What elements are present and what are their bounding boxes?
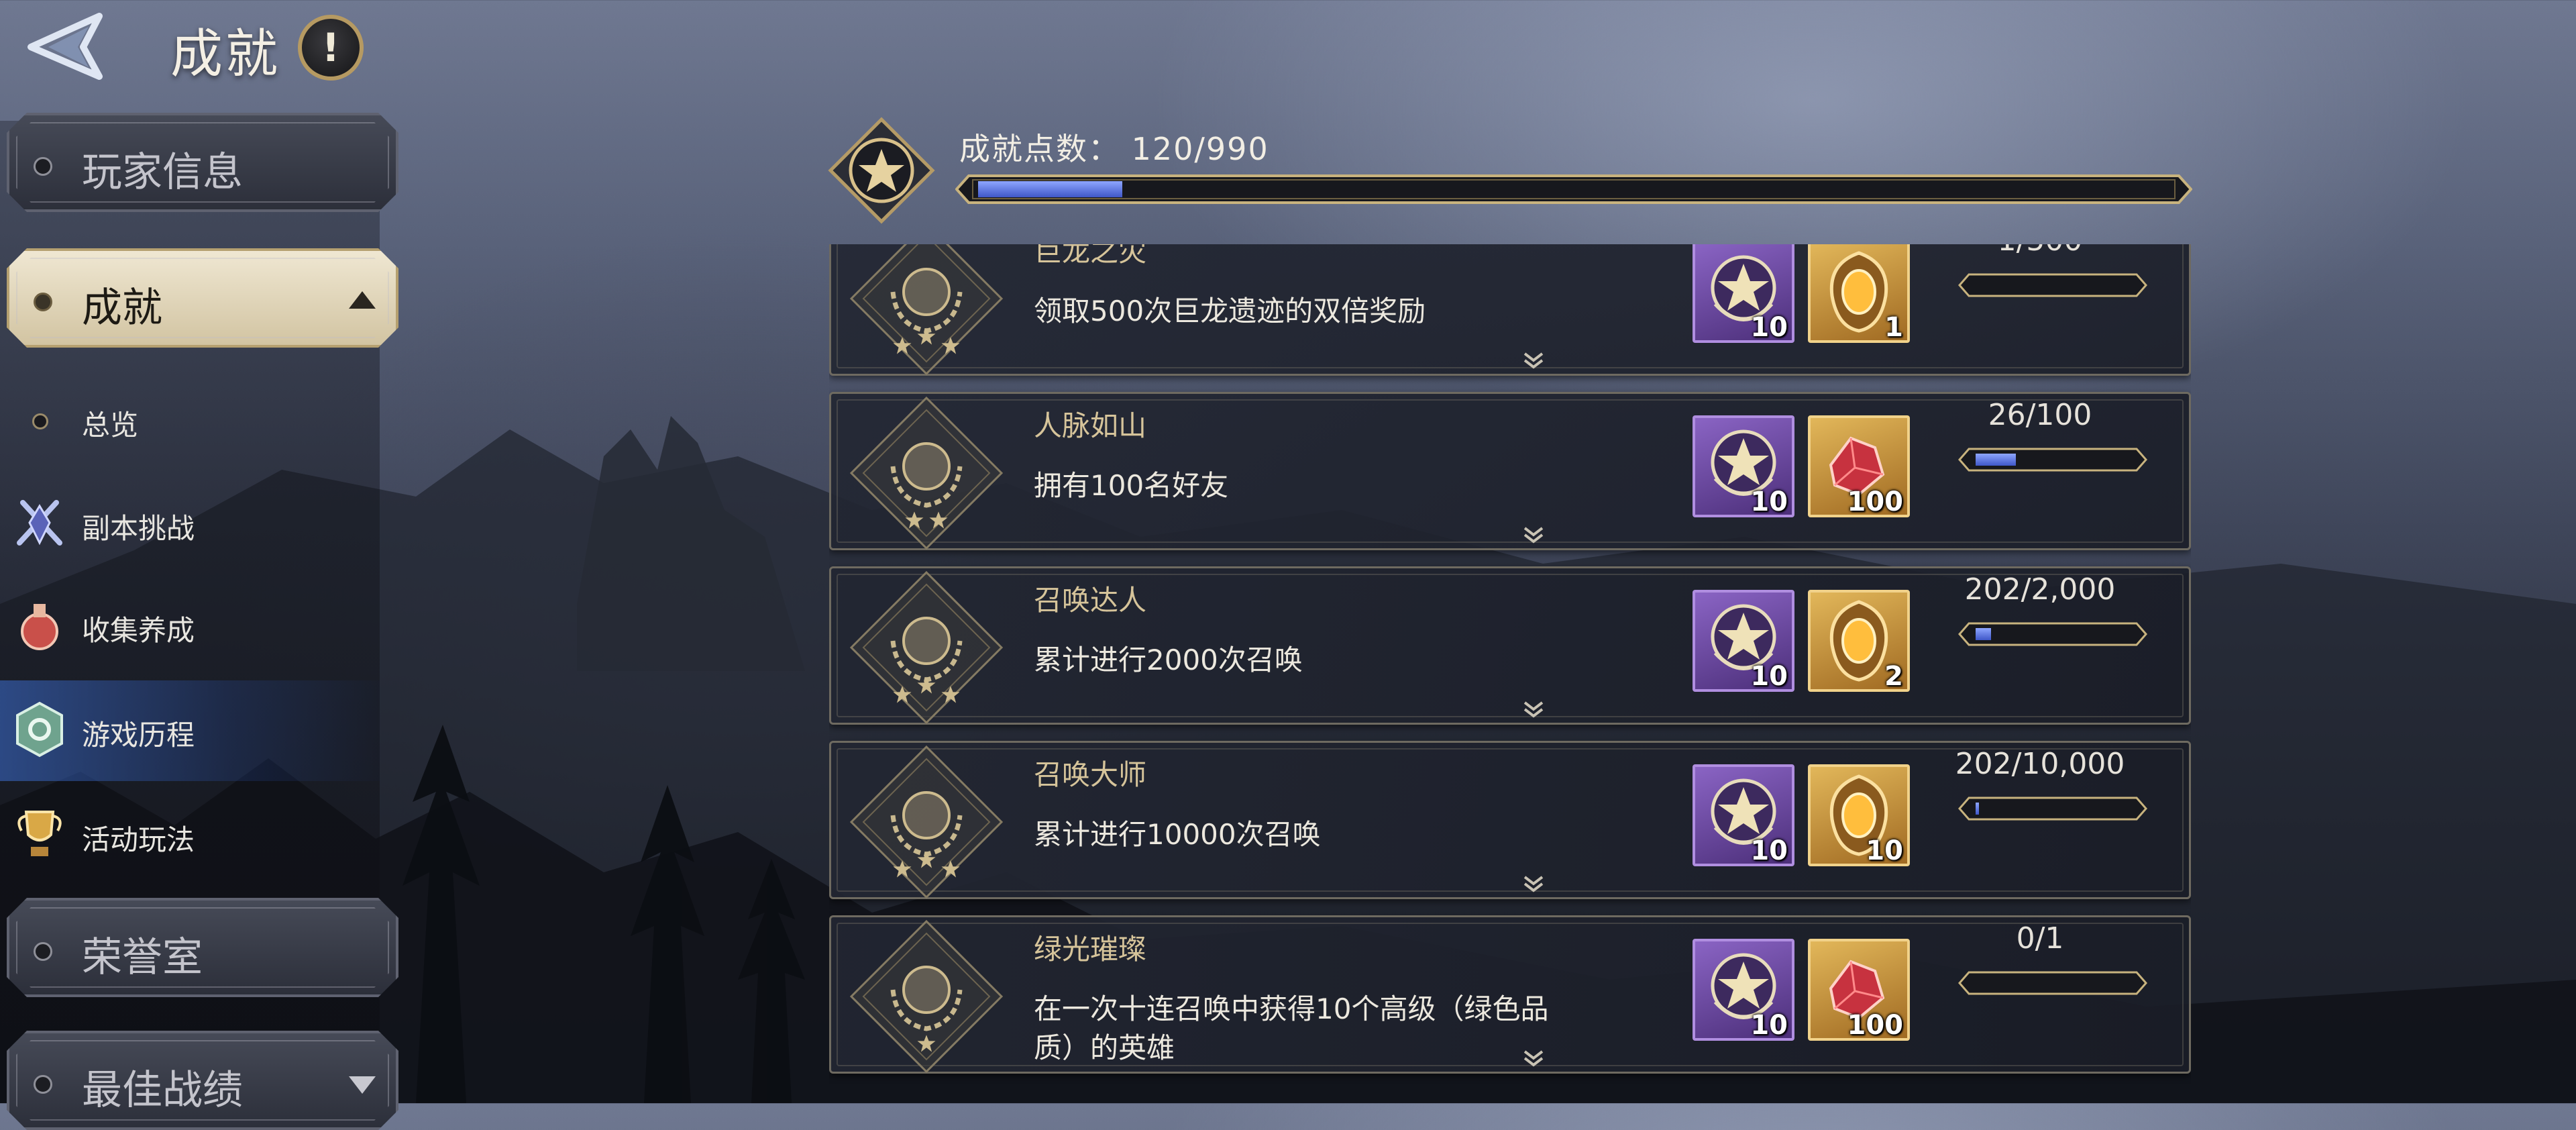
progress-bar (1958, 619, 2147, 649)
reward-item[interactable]: 10 (1693, 415, 1794, 517)
achievement-points-fill (978, 181, 1122, 197)
progress-text: 202/10,000 (1955, 747, 2125, 781)
progress-text: 0/1 (2016, 921, 2064, 956)
progress-text: 1/500 (1946, 244, 2134, 258)
achievement-description: 累计进行2000次召唤 (1034, 644, 1303, 676)
helmet-icon (849, 919, 1004, 1074)
sub-item-label: 收集养成 (82, 614, 195, 647)
back-button[interactable] (19, 7, 119, 86)
achievement-description: 领取500次巨龙遗迹的双倍奖励 (1034, 295, 1426, 327)
sub-item-overview[interactable]: 总览 (0, 370, 380, 471)
reward-count: 10 (1750, 312, 1788, 343)
expand-chevron-icon[interactable] (1522, 351, 1545, 370)
bullet-icon (34, 942, 52, 961)
achievement-title: 巨龙之灾 (1034, 244, 1147, 268)
achievement-description: 累计进行10000次召唤 (1034, 818, 1321, 851)
achievement-card[interactable]: 召唤大师 累计进行10000次召唤 10 10 202/10,000 (829, 741, 2191, 899)
trophy-icon (17, 811, 62, 856)
progress-bar (1958, 445, 2147, 474)
exclamation-icon: ! (321, 25, 340, 70)
reward-item[interactable]: 1 (1808, 244, 1910, 343)
reward-item[interactable]: 10 (1693, 590, 1794, 692)
achievement-description: 拥有100名好友 (1034, 469, 1229, 502)
collapse-arrow-icon (349, 291, 376, 309)
reward-count: 10 (1750, 835, 1788, 866)
menu-hall-of-honor[interactable]: 荣誉室 (7, 898, 398, 997)
achievement-points-label: 成就点数： 120/990 (959, 131, 1269, 167)
reward-count: 100 (1847, 1010, 1904, 1041)
sub-item-label: 副本挑战 (82, 512, 195, 545)
progress-fill (1976, 628, 1991, 640)
sub-item-label: 活动玩法 (82, 823, 195, 856)
progress-fill (1976, 803, 1979, 815)
reward-item[interactable]: 100 (1808, 939, 1910, 1041)
achievement-title: 绿光璀璨 (1034, 933, 1147, 966)
reward-item[interactable]: 10 (1693, 939, 1794, 1041)
sub-item-label: 游戏历程 (82, 719, 195, 752)
reward-count: 10 (1866, 835, 1903, 866)
reward-count: 100 (1847, 486, 1904, 517)
reward-item[interactable]: 10 (1693, 764, 1794, 866)
achievement-points-bar (955, 172, 2192, 207)
expand-chevron-icon[interactable] (1522, 1049, 1545, 1068)
achievement-title: 人脉如山 (1034, 409, 1147, 442)
help-button[interactable]: ! (298, 15, 364, 81)
menu-label: 最佳战绩 (82, 1067, 243, 1114)
gear-badge-icon (16, 701, 63, 758)
dot-icon (32, 413, 48, 429)
sub-item-dungeon-challenge[interactable]: 副本挑战 (0, 474, 380, 574)
page-title: 成就 (170, 24, 281, 85)
menu-player-info[interactable]: 玩家信息 (7, 113, 398, 212)
sub-item-events[interactable]: 活动玩法 (0, 785, 380, 886)
expand-arrow-icon (349, 1076, 376, 1094)
expand-chevron-icon[interactable] (1522, 874, 1545, 893)
achievement-card[interactable]: 巨龙之灾 领取500次巨龙遗迹的双倍奖励 10 1 1/500 (829, 244, 2191, 376)
achievement-title: 召唤大师 (1034, 758, 1147, 791)
reward-count: 1 (1884, 312, 1903, 343)
sub-item-collection[interactable]: 收集养成 (0, 576, 380, 676)
potion-icon (21, 604, 58, 650)
progress-bar (1958, 794, 2147, 823)
reward-item[interactable]: 10 (1693, 244, 1794, 343)
achievement-list[interactable]: 巨龙之灾 领取500次巨龙遗迹的双倍奖励 10 1 1/500 (829, 244, 2191, 1103)
reward-item[interactable]: 100 (1808, 415, 1910, 517)
achievement-card[interactable]: 召唤达人 累计进行2000次召唤 10 2 202/2,000 (829, 566, 2191, 725)
expand-chevron-icon[interactable] (1522, 700, 1545, 719)
sub-item-label: 总览 (82, 409, 139, 442)
expand-chevron-icon[interactable] (1522, 525, 1545, 544)
achievement-description: 在一次十连召唤中获得10个高级（绿色品质）的英雄 (1034, 992, 1549, 1064)
achievement-card[interactable]: 人脉如山 拥有100名好友 10 100 26/100 (829, 392, 2191, 550)
helmet-icon (849, 570, 1004, 725)
menu-achievements[interactable]: 成就 (7, 248, 398, 348)
bullet-icon (34, 1075, 52, 1094)
dragon-icon (849, 244, 1004, 376)
friends-icon (849, 396, 1004, 550)
achievement-points-emblem-icon (828, 117, 935, 224)
reward-count: 10 (1750, 486, 1788, 517)
reward-item[interactable]: 10 (1808, 764, 1910, 866)
menu-label: 玩家信息 (82, 149, 243, 196)
menu-label: 成就 (82, 285, 162, 331)
reward-count: 10 (1750, 661, 1788, 692)
reward-count: 10 (1750, 1010, 1788, 1041)
helmet-icon (849, 745, 1004, 899)
progress-bar (1958, 968, 2147, 998)
reward-count: 2 (1884, 661, 1903, 692)
sub-item-game-journey[interactable]: 游戏历程 (0, 680, 380, 781)
progress-text: 202/2,000 (1964, 572, 2116, 607)
crossed-swords-icon (17, 500, 62, 546)
achievement-title: 召唤达人 (1034, 584, 1147, 617)
reward-item[interactable]: 2 (1808, 590, 1910, 692)
bullet-icon (34, 157, 52, 176)
bullet-icon (34, 293, 52, 311)
menu-best-records[interactable]: 最佳战绩 (7, 1031, 398, 1130)
menu-label: 荣誉室 (82, 934, 203, 981)
achievement-card[interactable]: 绿光璀璨 在一次十连召唤中获得10个高级（绿色品质）的英雄 10 100 0/1 (829, 915, 2191, 1074)
progress-bar (1958, 270, 2147, 300)
progress-fill (1976, 454, 2016, 466)
back-arrow-icon (28, 13, 103, 80)
progress-text: 26/100 (1988, 398, 2092, 432)
